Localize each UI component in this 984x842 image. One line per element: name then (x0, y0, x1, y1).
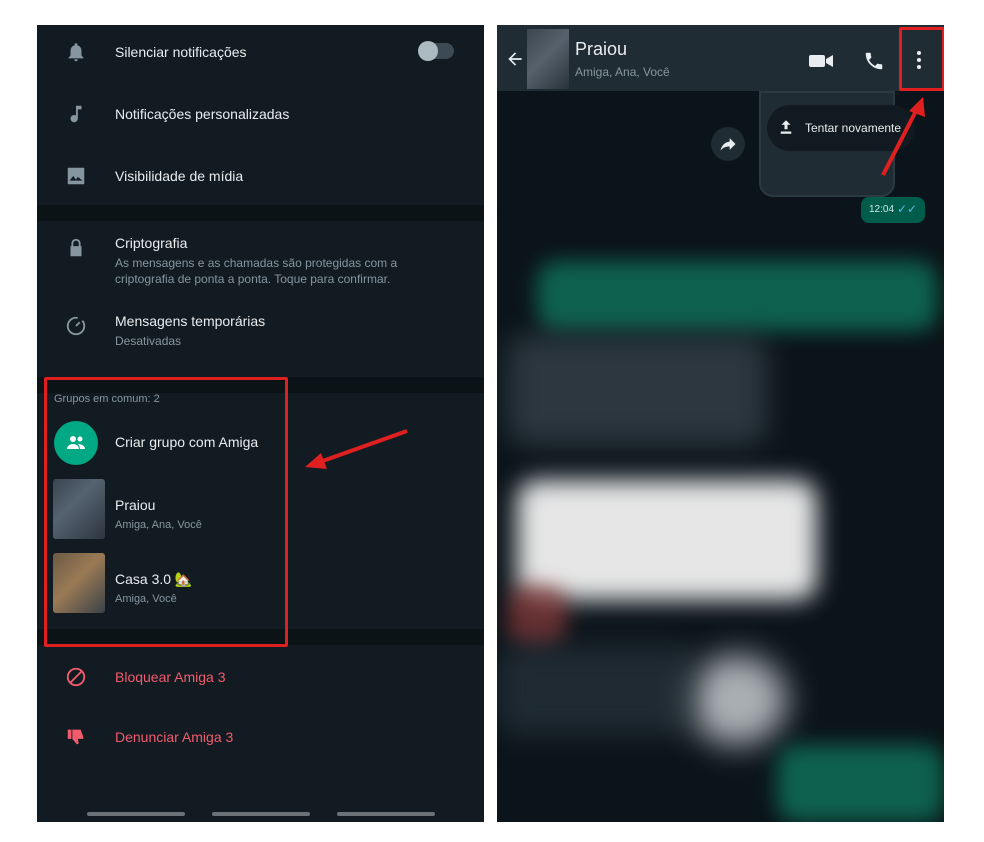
disappearing-messages-row[interactable]: Mensagens temporárias Desativadas (37, 305, 484, 365)
block-contact-row[interactable]: Bloquear Amiga 3 (37, 653, 484, 701)
blurred-message (777, 745, 944, 822)
upload-icon (780, 120, 792, 134)
read-receipt-icon: ✓✓ (897, 202, 918, 216)
divider (37, 629, 484, 645)
encryption-row[interactable]: Criptografia As mensagens e as chamadas … (37, 227, 484, 299)
nav-bar-handle (87, 812, 185, 816)
blurred-message (687, 655, 787, 745)
forward-icon (720, 138, 736, 151)
blurred-message (517, 480, 817, 600)
toggle-knob (418, 41, 438, 61)
sent-message-bubble: 12:04 ✓✓ (861, 197, 925, 223)
timer-icon (66, 316, 86, 336)
image-icon (67, 167, 85, 185)
blurred-message (497, 645, 697, 735)
more-options-icon[interactable] (913, 49, 925, 71)
disappearing-messages-status: Desativadas (115, 334, 182, 348)
group-avatar (53, 553, 105, 613)
common-groups-header: Grupos em comum: 2 (54, 393, 160, 405)
encryption-description: As mensagens e as chamadas são protegida… (115, 256, 398, 286)
block-contact-label: Bloquear Amiga 3 (115, 669, 226, 685)
chat-subtitle: Amiga, Ana, Você (575, 65, 670, 79)
media-visibility-label: Visibilidade de mídia (115, 168, 244, 184)
music-note-icon (70, 105, 82, 123)
block-icon (66, 667, 86, 687)
mute-notifications-row[interactable]: Silenciar notificações (37, 25, 484, 81)
group-members: Amiga, Ana, Você (115, 519, 202, 531)
group-name: Praiou (115, 497, 156, 513)
contact-info-panel: Silenciar notificações Notificações pers… (37, 25, 484, 822)
lock-icon (70, 238, 82, 257)
report-contact-row[interactable]: Denunciar Amiga 3 (37, 713, 484, 761)
disappearing-messages-label: Mensagens temporárias (115, 313, 266, 329)
forward-button[interactable] (711, 127, 745, 161)
video-call-icon[interactable] (808, 51, 834, 71)
chat-header: Praiou Amiga, Ana, Você (497, 25, 944, 91)
group-row-casa[interactable]: Casa 3.0 🏡 Amiga, Você (37, 553, 484, 619)
blurred-message (507, 585, 567, 645)
message-time: 12:04 (869, 204, 895, 215)
group-icon (67, 436, 85, 449)
bell-icon (68, 43, 84, 62)
danger-section: Bloquear Amiga 3 Denunciar Amiga 3 (37, 645, 484, 769)
custom-notifications-row[interactable]: Notificações personalizadas (37, 87, 484, 143)
media-visibility-row[interactable]: Visibilidade de mídia (37, 149, 484, 205)
group-name: Casa 3.0 🏡 (115, 571, 193, 587)
nav-bar-handle (337, 812, 435, 816)
group-members: Amiga, Você (115, 593, 177, 605)
mute-toggle[interactable] (418, 41, 454, 61)
notifications-section: Silenciar notificações Notificações pers… (37, 25, 484, 205)
blurred-message (507, 335, 767, 445)
group-row-praiou[interactable]: Praiou Amiga, Ana, Você (37, 479, 484, 545)
custom-notifications-label: Notificações personalizadas (115, 106, 290, 122)
chat-title[interactable]: Praiou (575, 39, 627, 60)
blurred-message (537, 261, 937, 331)
thumbs-down-icon (67, 729, 84, 745)
chat-panel: Praiou Amiga, Ana, Você Tentar novamente… (497, 25, 944, 822)
group-avatar[interactable] (527, 29, 569, 89)
privacy-section: Criptografia As mensagens e as chamadas … (37, 221, 484, 377)
report-contact-label: Denunciar Amiga 3 (115, 729, 234, 745)
annotation-arrow (881, 97, 925, 176)
voice-call-icon[interactable] (863, 50, 885, 72)
annotation-arrow (305, 429, 408, 469)
nav-bar-handle (212, 812, 310, 816)
back-arrow-icon[interactable] (505, 49, 525, 69)
divider (37, 377, 484, 393)
encryption-label: Criptografia (115, 235, 188, 251)
divider (37, 205, 484, 221)
group-avatar (53, 479, 105, 539)
mute-notifications-label: Silenciar notificações (115, 44, 247, 60)
create-group-label: Criar grupo com Amiga (115, 434, 259, 450)
create-group-avatar (54, 421, 98, 465)
